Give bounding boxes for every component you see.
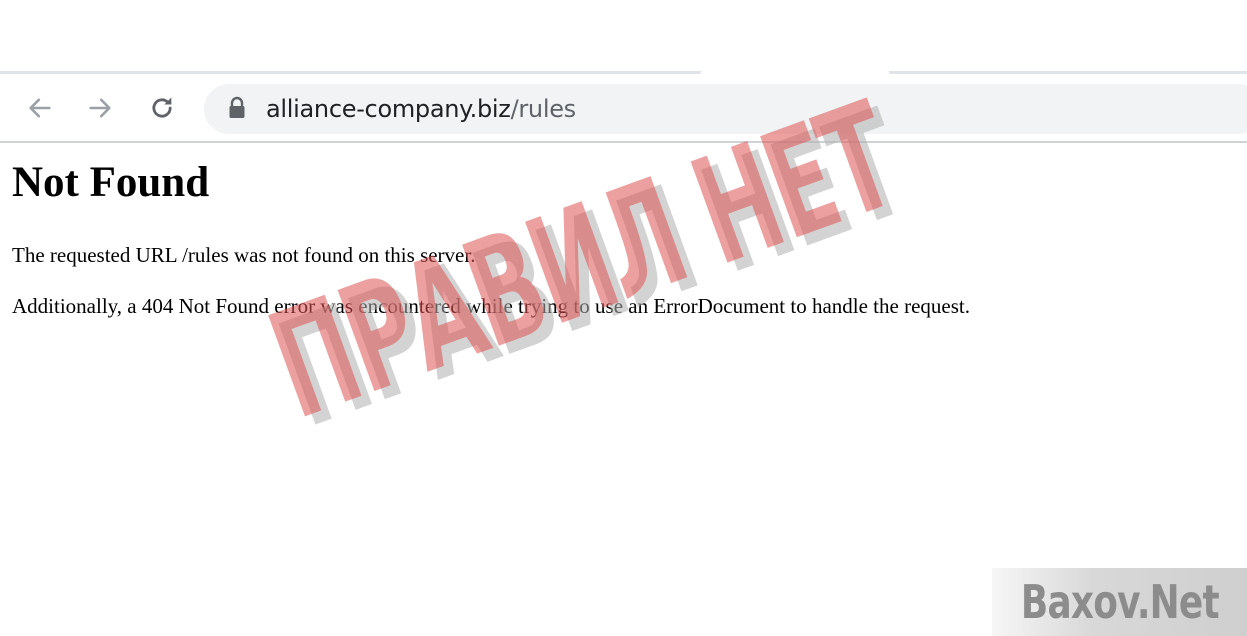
watermark-logo: Baxov.Net [992,568,1247,636]
back-button[interactable] [22,90,58,126]
error-message: The requested URL /rules was not found o… [12,243,476,267]
url-text[interactable]: alliance-company.biz/rules [266,93,576,125]
url-path: /rules [510,95,577,123]
reload-button[interactable] [144,90,180,126]
back-arrow-icon [29,98,51,118]
error-additional: Additionally, a 404 Not Found error was … [12,294,970,318]
forward-arrow-icon [89,98,111,118]
page-content: Not Found The requested URL /rules was n… [12,150,1232,318]
tab-strip [0,0,1247,72]
logo-text: Baxov.Net [1020,575,1220,629]
toolbar-divider [0,141,1247,143]
page-title: Not Found [12,159,210,206]
reload-icon [152,97,172,118]
url-domain: alliance-company.biz [266,95,511,123]
lock-icon[interactable] [228,96,246,120]
forward-button[interactable] [82,90,118,126]
